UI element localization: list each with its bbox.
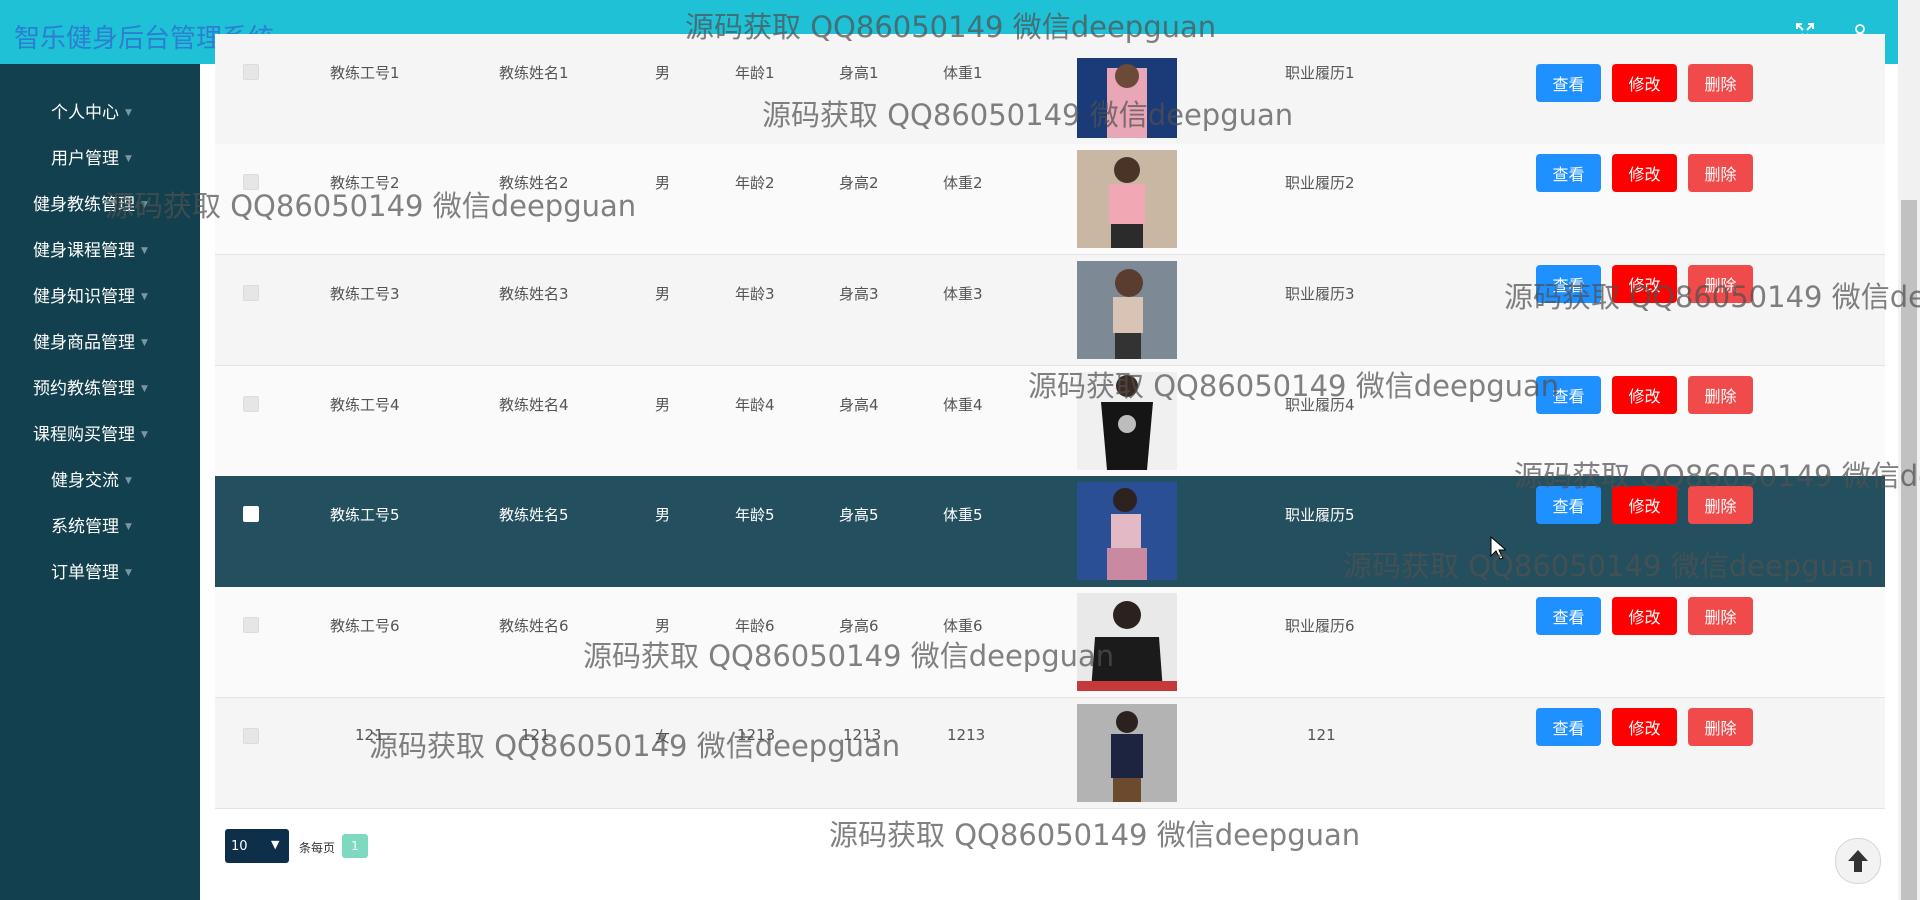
cell-weight: 体重3 — [943, 285, 983, 303]
cell-resume: 职业履历3 — [1285, 285, 1355, 303]
cell-coach-id: 教练工号6 — [330, 617, 400, 635]
edit-button[interactable]: 修改 — [1612, 376, 1677, 414]
chevron-down-icon: ▼ — [125, 154, 132, 164]
sidebar-item-users[interactable]: 用户管理 ▼ — [51, 144, 132, 169]
watermark: 源码获取 QQ86050149 微信deepguan — [583, 639, 1115, 673]
sidebar-item-personal-center[interactable]: 个人中心 ▼ — [51, 98, 132, 123]
cell-height: 身高1 — [839, 64, 879, 82]
chevron-down-icon: ▼ — [125, 108, 132, 118]
view-button[interactable]: 查看 — [1536, 64, 1601, 102]
sidebar-item-coach-booking[interactable]: 预约教练管理 ▼ — [33, 374, 148, 399]
chevron-down-icon: ▼ — [125, 568, 132, 578]
delete-button[interactable]: 删除 — [1688, 64, 1753, 102]
cell-gender: 男 — [655, 64, 671, 82]
chevron-down-icon: ▼ — [125, 476, 132, 486]
cell-height: 身高4 — [839, 396, 879, 414]
chevron-down-icon: ▼ — [271, 838, 280, 851]
chevron-down-icon: ▼ — [141, 292, 148, 302]
page-size-select[interactable]: 10 ▼ — [225, 829, 289, 863]
coach-photo — [1077, 150, 1177, 248]
cell-age: 年龄3 — [735, 285, 775, 303]
cell-height: 身高5 — [839, 506, 879, 524]
row-checkbox[interactable] — [243, 506, 259, 522]
coach-photo — [1077, 261, 1177, 359]
cell-height: 身高3 — [839, 285, 879, 303]
coach-photo — [1077, 704, 1177, 802]
cell-age: 年龄4 — [735, 396, 775, 414]
cell-gender: 男 — [655, 174, 671, 192]
sidebar-item-orders[interactable]: 订单管理 ▼ — [51, 558, 132, 583]
watermark: 源码获取 QQ86050149 微信deepguan — [829, 818, 1361, 852]
cell-coach-name: 教练姓名1 — [499, 64, 569, 82]
delete-button[interactable]: 删除 — [1688, 708, 1753, 746]
cell-coach-id: 教练工号4 — [330, 396, 400, 414]
cell-coach-id: 教练工号3 — [330, 285, 400, 303]
edit-button[interactable]: 修改 — [1612, 708, 1677, 746]
view-button[interactable]: 查看 — [1536, 708, 1601, 746]
coach-photo — [1077, 482, 1177, 580]
cell-age: 年龄1 — [735, 64, 775, 82]
cell-resume: 职业履历5 — [1285, 506, 1355, 524]
delete-button[interactable]: 删除 — [1688, 154, 1753, 192]
watermark: 源码获取 QQ86050149 微信deepguan — [1343, 549, 1875, 583]
edit-button[interactable]: 修改 — [1612, 64, 1677, 102]
arrow-up-icon[interactable] — [1835, 838, 1881, 884]
view-button[interactable]: 查看 — [1536, 154, 1601, 192]
cell-resume: 职业履历2 — [1285, 174, 1355, 192]
sidebar-item-knowledge[interactable]: 健身知识管理 ▼ — [33, 282, 148, 307]
chevron-down-icon: ▼ — [125, 522, 132, 532]
cell-coach-id: 教练工号1 — [330, 64, 400, 82]
cell-gender: 男 — [655, 285, 671, 303]
sidebar-item-courses[interactable]: 健身课程管理 ▼ — [33, 236, 148, 261]
row-checkbox[interactable] — [243, 285, 259, 301]
watermark: 源码获取 QQ86050149 微信deepguan — [685, 10, 1217, 44]
cell-coach-id: 教练工号5 — [330, 506, 400, 524]
cell-age: 年龄5 — [735, 506, 775, 524]
delete-button[interactable]: 删除 — [1688, 376, 1753, 414]
cell-weight: 体重4 — [943, 396, 983, 414]
watermark: 源码获取 QQ86050149 微信deepguan — [1504, 280, 1920, 314]
watermark: 源码获取 QQ86050149 微信deepguan — [1028, 369, 1560, 403]
cell-weight: 体重1 — [943, 64, 983, 82]
cell-gender: 男 — [655, 396, 671, 414]
cell-coach-name: 教练姓名5 — [499, 506, 569, 524]
edit-button[interactable]: 修改 — [1612, 154, 1677, 192]
cell-weight: 体重2 — [943, 174, 983, 192]
row-checkbox[interactable] — [243, 396, 259, 412]
sidebar-item-system[interactable]: 系统管理 ▼ — [51, 512, 132, 537]
row-checkbox[interactable] — [243, 64, 259, 80]
cell-age: 年龄2 — [735, 174, 775, 192]
delete-button[interactable]: 删除 — [1688, 597, 1753, 635]
chevron-down-icon: ▼ — [141, 338, 148, 348]
sidebar-item-forum[interactable]: 健身交流 ▼ — [51, 466, 132, 491]
cell-coach-name: 教练姓名4 — [499, 396, 569, 414]
cell-coach-name: 教练姓名3 — [499, 285, 569, 303]
sidebar-item-products[interactable]: 健身商品管理 ▼ — [33, 328, 148, 353]
cell-coach-name: 教练姓名6 — [499, 617, 569, 635]
per-page-label: 条每页 — [299, 841, 336, 855]
cell-height: 身高2 — [839, 174, 879, 192]
coach-table: 教练工号1 教练姓名1 男 年龄1 身高1 体重1 职业履历1 查看 修改 删除… — [215, 34, 1885, 810]
watermark: 源码获取 QQ86050149 微信deepguan — [762, 98, 1294, 132]
cell-resume: 职业履历6 — [1285, 617, 1355, 635]
cell-gender: 男 — [655, 506, 671, 524]
watermark: 源码获取 QQ86050149 微信deepguan — [105, 189, 637, 223]
chevron-down-icon: ▼ — [141, 384, 148, 394]
cell-resume: 121 — [1307, 726, 1336, 744]
row-checkbox[interactable] — [243, 617, 259, 633]
page-number-button[interactable]: 1 — [342, 834, 368, 858]
cell-weight: 1213 — [947, 726, 986, 744]
chevron-down-icon: ▼ — [141, 246, 148, 256]
chevron-down-icon: ▼ — [141, 430, 148, 440]
edit-button[interactable]: 修改 — [1612, 597, 1677, 635]
cell-resume: 职业履历1 — [1285, 64, 1355, 82]
cell-weight: 体重5 — [943, 506, 983, 524]
watermark: 源码获取 QQ86050149 微信deepguan — [1514, 459, 1920, 493]
watermark: 源码获取 QQ86050149 微信deepguan — [369, 729, 901, 763]
row-checkbox[interactable] — [243, 728, 259, 744]
sidebar-item-course-purchase[interactable]: 课程购买管理 ▼ — [33, 420, 148, 445]
view-button[interactable]: 查看 — [1536, 597, 1601, 635]
